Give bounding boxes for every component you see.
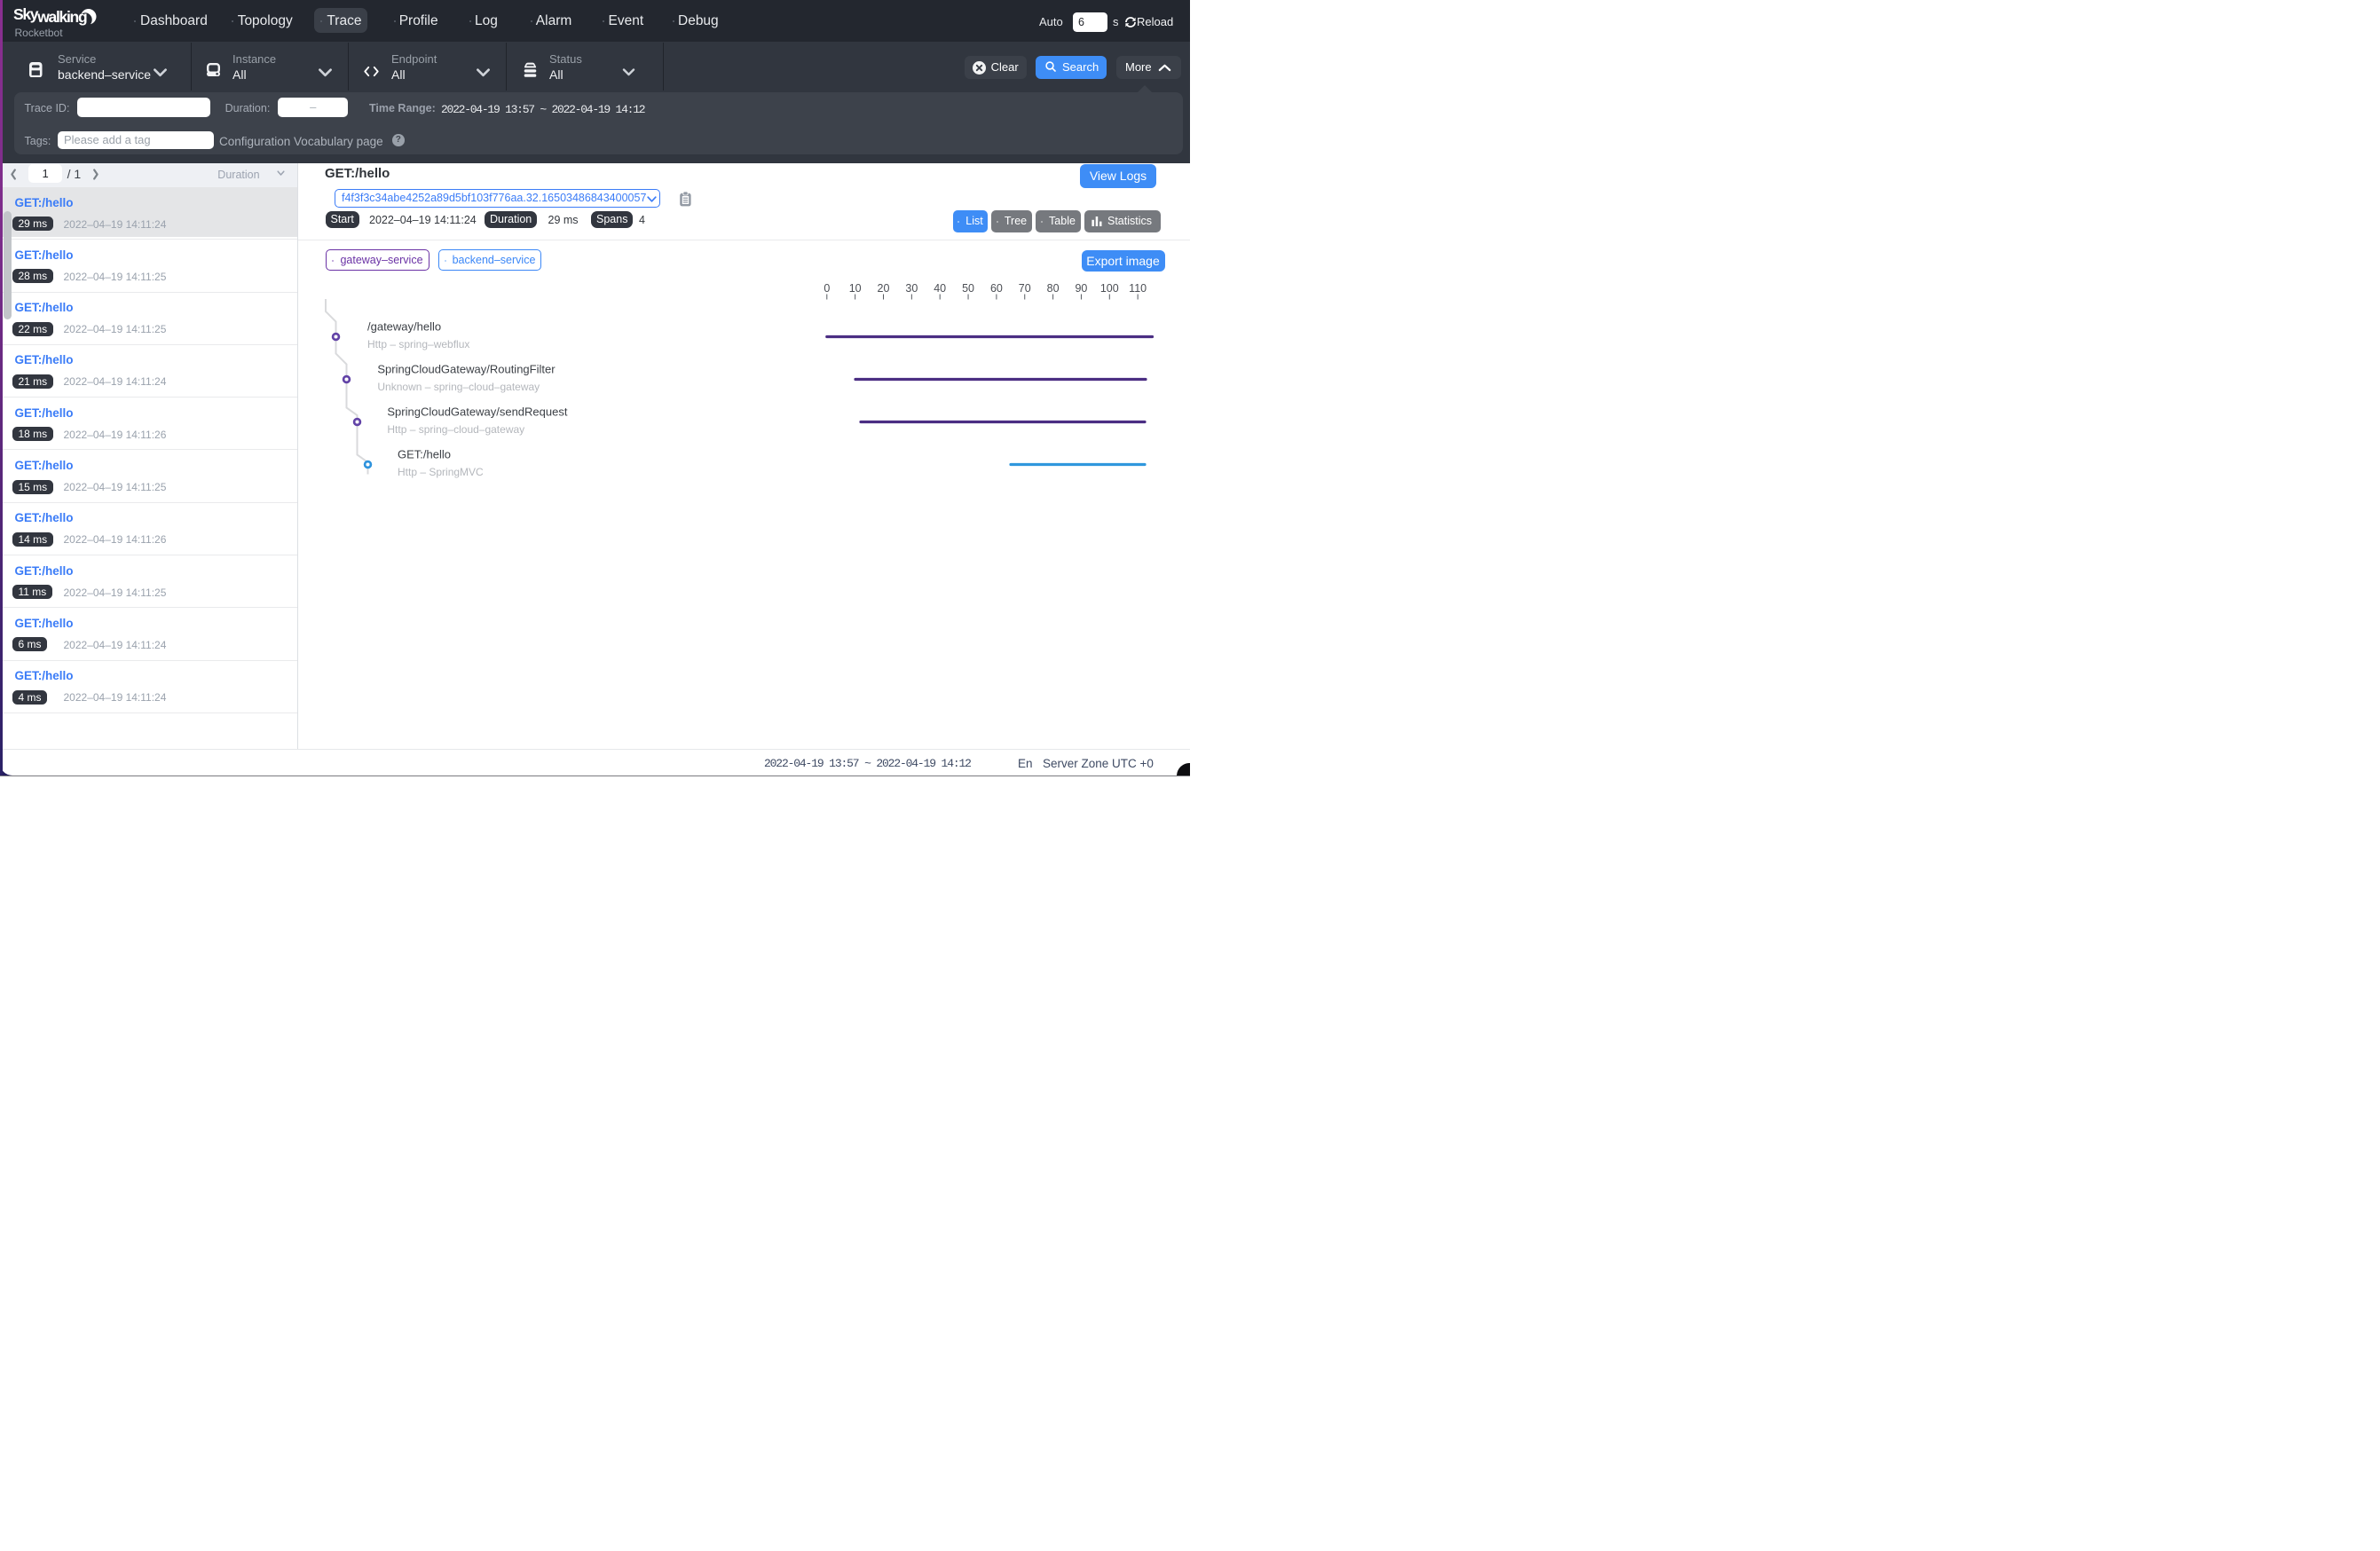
svg-text:Unknown – spring–cloud–gateway: Unknown – spring–cloud–gateway bbox=[377, 381, 540, 393]
svg-text:50: 50 bbox=[962, 282, 974, 295]
svg-text:SpringCloudGateway/sendRequest: SpringCloudGateway/sendRequest bbox=[387, 405, 567, 418]
svg-text:60: 60 bbox=[990, 282, 1003, 295]
svg-text:SpringCloudGateway/RoutingFilt: SpringCloudGateway/RoutingFilter bbox=[377, 362, 556, 375]
svg-text:80: 80 bbox=[1047, 282, 1060, 295]
svg-text:0: 0 bbox=[824, 282, 830, 295]
svg-text:30: 30 bbox=[905, 282, 918, 295]
svg-text:Http – spring–webflux: Http – spring–webflux bbox=[367, 338, 469, 350]
svg-text:GET:/hello: GET:/hello bbox=[398, 447, 451, 461]
svg-text:20: 20 bbox=[878, 282, 890, 295]
svg-text:40: 40 bbox=[934, 282, 946, 295]
svg-text:100: 100 bbox=[1100, 282, 1119, 295]
svg-text:Http – spring–cloud–gateway: Http – spring–cloud–gateway bbox=[387, 423, 524, 436]
svg-text:110: 110 bbox=[1129, 282, 1147, 295]
svg-text:/gateway/hello: /gateway/hello bbox=[367, 319, 441, 333]
svg-text:70: 70 bbox=[1019, 282, 1031, 295]
svg-text:10: 10 bbox=[849, 282, 862, 295]
svg-text:90: 90 bbox=[1075, 282, 1087, 295]
svg-text:Http – SpringMVC: Http – SpringMVC bbox=[398, 466, 484, 478]
